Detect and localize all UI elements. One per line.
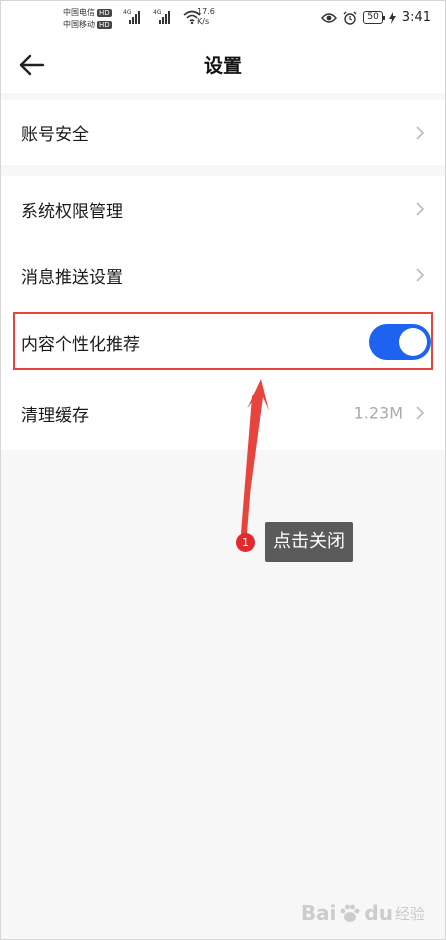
instruction-tooltip: 点击关闭 [265, 522, 353, 562]
list-item-label: 系统权限管理 [21, 201, 123, 222]
clock-time: 3:41 [401, 10, 431, 25]
hd-badge: HD [97, 9, 112, 17]
speed-unit: K/s [197, 17, 210, 26]
watermark: Bai du 经验 [301, 901, 425, 925]
chevron-right-icon [416, 202, 425, 216]
carrier-2-label: 中国移动 [63, 20, 95, 29]
cache-size-value: 1.23M [353, 403, 403, 423]
signal-icon: 4G [153, 10, 175, 24]
personalized-recommendation-toggle[interactable] [369, 324, 431, 360]
charging-icon [388, 11, 396, 24]
network-speed: 17.6 K/s [197, 7, 215, 27]
eye-icon [321, 12, 338, 23]
alarm-icon [343, 11, 357, 25]
settings-group-main: 系统权限管理 消息推送设置 内容个性化推荐 清理缓存 1.23M [1, 176, 445, 450]
signal-icon: 4G [123, 10, 145, 24]
settings-group-account: 账号安全 [1, 100, 445, 165]
personalized-recommendation-item: 内容个性化推荐 [1, 308, 445, 376]
toggle-knob [399, 328, 427, 356]
watermark-brand-end: du [364, 901, 393, 925]
list-item-label: 消息推送设置 [21, 267, 123, 288]
page-title: 设置 [203, 55, 242, 77]
battery-indicator: 50 [363, 11, 386, 24]
settings-screen: 中国电信 HD 中国移动 HD 4G 4G 17.6 K/s 50 3:41 设… [0, 0, 446, 940]
clear-cache-item[interactable]: 清理缓存 1.23M [1, 376, 445, 450]
chevron-right-icon [416, 268, 425, 282]
speed-value: 17.6 [197, 7, 215, 16]
list-item-label: 内容个性化推荐 [21, 334, 140, 355]
hd-badge: HD [97, 21, 112, 29]
paw-icon [341, 904, 360, 922]
watermark-brand-start: Bai [300, 901, 337, 925]
carrier-1-label: 中国电信 [63, 8, 95, 17]
chevron-right-icon [416, 406, 425, 420]
status-right: 50 3:41 [321, 10, 431, 25]
watermark-subtitle: 经验 [394, 904, 425, 923]
list-item-label: 账号安全 [21, 125, 89, 145]
permission-management-item[interactable]: 系统权限管理 [1, 176, 445, 242]
list-item-label: 清理缓存 [21, 405, 89, 426]
status-bar: 中国电信 HD 中国移动 HD 4G 4G 17.6 K/s 50 3:41 [1, 1, 445, 37]
account-security-item[interactable]: 账号安全 [1, 100, 445, 165]
step-number-badge: 1 [236, 533, 255, 552]
navigation-bar: 设置 [1, 37, 445, 93]
push-settings-item[interactable]: 消息推送设置 [1, 242, 445, 308]
signal-indicators: 4G 4G [123, 10, 201, 24]
carrier-info: 中国电信 HD 中国移动 HD [63, 7, 112, 31]
chevron-right-icon [416, 125, 425, 140]
